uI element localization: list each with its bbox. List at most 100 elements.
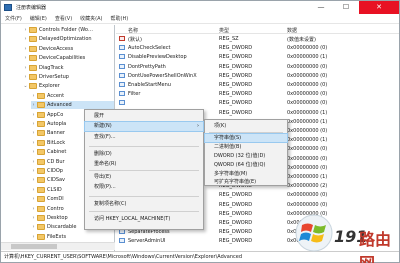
minimize-button[interactable]: — [310,1,332,14]
chevron-right-icon[interactable]: › [23,27,28,33]
tree-node-label: AppCo [47,111,64,118]
submenu-item[interactable]: DWORD (32 位)值(D) [205,152,287,160]
list-row[interactable]: DontUsePowerShellOnWinX REG_DWORD 0x000000… [116,72,399,80]
menu-separator [89,211,199,212]
chevron-right-icon[interactable]: › [31,159,36,165]
chevron-right-icon[interactable]: › [23,65,28,71]
value-data: 0x00000000 (1) [287,109,328,116]
chevron-right-icon[interactable]: › [31,177,36,183]
folder-icon [37,121,45,127]
submenu-item[interactable]: 项(K) [205,122,287,130]
list-row[interactable]: (默认) REG_SZ (数值未设置) [116,35,399,43]
title-bar[interactable]: 注册表编辑器 — ☐ ✕ [1,1,399,14]
value-name: Filter [128,91,141,98]
chevron-right-icon[interactable]: › [31,102,36,108]
tree-node[interactable]: › DriverSetup [23,73,114,81]
window-title: 注册表编辑器 [16,5,47,11]
chevron-right-icon[interactable]: › [31,206,36,212]
submenu-item-label: 项(K) [214,123,227,129]
value-data: 0x00000000 (0) [287,72,328,79]
submenu-item[interactable]: 可扩充字符串值(E) [205,178,287,186]
value-type: REG_DWORD [219,192,253,199]
chevron-right-icon[interactable]: › [31,215,36,221]
binary-value-icon [119,238,125,244]
submenu-item[interactable]: 字符串值(S) [204,133,288,143]
chevron-right-icon[interactable]: › [31,93,36,99]
context-menu-item[interactable]: 重命名(R) [85,160,203,169]
value-data: 0x00000000 (1) [287,54,328,61]
folder-icon [37,158,45,165]
value-type: REG_DWORD [219,91,253,98]
chevron-right-icon[interactable]: › [31,168,36,174]
value-type: REG_DWORD [219,82,253,88]
close-button[interactable]: ✕ [359,1,399,14]
menu-edit[interactable]: 编辑(E) [30,15,47,22]
chevron-right-icon[interactable]: › [23,46,28,52]
context-menu-item[interactable]: 查找(F)... [85,133,203,142]
tree-node[interactable]: ⌄ Explorer [23,82,114,90]
tree-node-label: DeviceCapabilities [39,55,86,62]
maximize-button[interactable]: ☐ [335,1,357,14]
chevron-right-icon[interactable]: › [31,149,36,155]
chevron-down-icon[interactable]: ⌄ [23,83,28,89]
context-menu-item[interactable]: 权限(P)... [85,183,203,192]
list-row[interactable]: DontPrettyPath REG_DWORD 0x00000000 (0) [116,63,399,71]
value-data: 0x00000000 (0) [287,91,328,98]
tree-node[interactable]: › Advanced [31,101,114,110]
submenu-item[interactable]: QWORD (64 位)值(Q) [205,161,287,169]
menu-favorites[interactable]: 收藏夹(A) [80,15,102,22]
value-data: 0x00000000 (1) [287,174,328,180]
list-row[interactable]: DisablePreviewDesktop REG_DWORD 0x00000000… [116,53,399,61]
chevron-right-icon[interactable]: › [31,112,36,118]
tree-node[interactable]: › Accent [31,92,114,100]
tree-node[interactable]: › DiagTrack [23,64,114,72]
chevron-right-icon[interactable]: › [23,55,28,61]
chevron-right-icon[interactable]: › [31,224,36,230]
context-menu-item[interactable]: 删除(D) [85,150,203,159]
tree-node[interactable]: › Controls Folder (Wo… [23,26,114,34]
chevron-right-icon[interactable]: › [23,36,28,42]
column-header-type[interactable]: 类型 [219,27,229,34]
chevron-right-icon[interactable]: › [31,187,36,193]
context-menu-item[interactable]: 复制项名称(C) [85,200,203,209]
menu-help[interactable]: 帮助(H) [111,15,129,22]
context-menu-item[interactable]: 展开 [85,112,203,121]
context-menu-item[interactable]: 导出(E) [85,173,203,182]
submenu-item[interactable]: 二进制值(B) [205,143,287,151]
tree-horizontal-scrollbar[interactable] [1,242,115,250]
scrollbar-thumb[interactable] [11,244,57,249]
folder-icon [37,102,45,109]
value-name: ServerAdminUI [128,238,166,245]
folder-icon [29,74,37,80]
tree-node[interactable]: › FileExts [31,233,114,241]
value-data: 0x00000000 (0) [287,100,328,107]
chevron-right-icon[interactable]: › [31,196,36,202]
tree-node[interactable]: › DeviceAccess [23,45,114,53]
menu-view[interactable]: 查看(V) [55,15,72,22]
submenu-item[interactable]: 多字符串值(M) [205,170,287,178]
submenu-arrow-icon: › [197,123,199,129]
chevron-right-icon[interactable]: › [31,234,36,240]
value-name: AutoCheckSelect [128,45,171,52]
list-row[interactable]: EnableStartMenu REG_DWORD 0x00000000 (0) [116,81,399,89]
list-row[interactable]: AutoCheckSelect REG_DWORD 0x00000000 (0) [116,44,399,52]
context-menu-item[interactable]: 新建(N) › [84,121,204,132]
menu-file[interactable]: 文件(F) [5,15,22,22]
chevron-right-icon[interactable]: › [31,140,36,146]
new-submenu: 项(K) 字符串值(S) 二进制值(B) DWORD (32 位)值(D) QWORD … [204,119,288,186]
column-header-data[interactable]: 数据 [287,27,297,34]
list-row[interactable]: REG_DWORD 0x00000000 (0) [116,99,399,107]
value-data: 0x00000000 (2) [287,183,328,190]
binary-value-icon [119,82,125,87]
chevron-right-icon[interactable]: › [31,121,36,127]
tree-node[interactable]: › DelayedOptimization [23,35,114,43]
chevron-right-icon[interactable]: › [23,74,28,80]
column-header-name[interactable]: 名称 [128,27,138,34]
value-type: REG_DWORD [219,201,253,208]
chevron-right-icon[interactable]: › [31,130,36,136]
value-type: REG_DWORD [219,229,253,236]
folder-icon [37,215,45,221]
context-menu-item[interactable]: 访问 HKEY_LOCAL_MACHINE(T) [85,215,203,224]
list-row[interactable]: Filter REG_DWORD 0x00000000 (0) [116,90,399,98]
tree-node[interactable]: › DeviceCapabilities [23,54,114,62]
